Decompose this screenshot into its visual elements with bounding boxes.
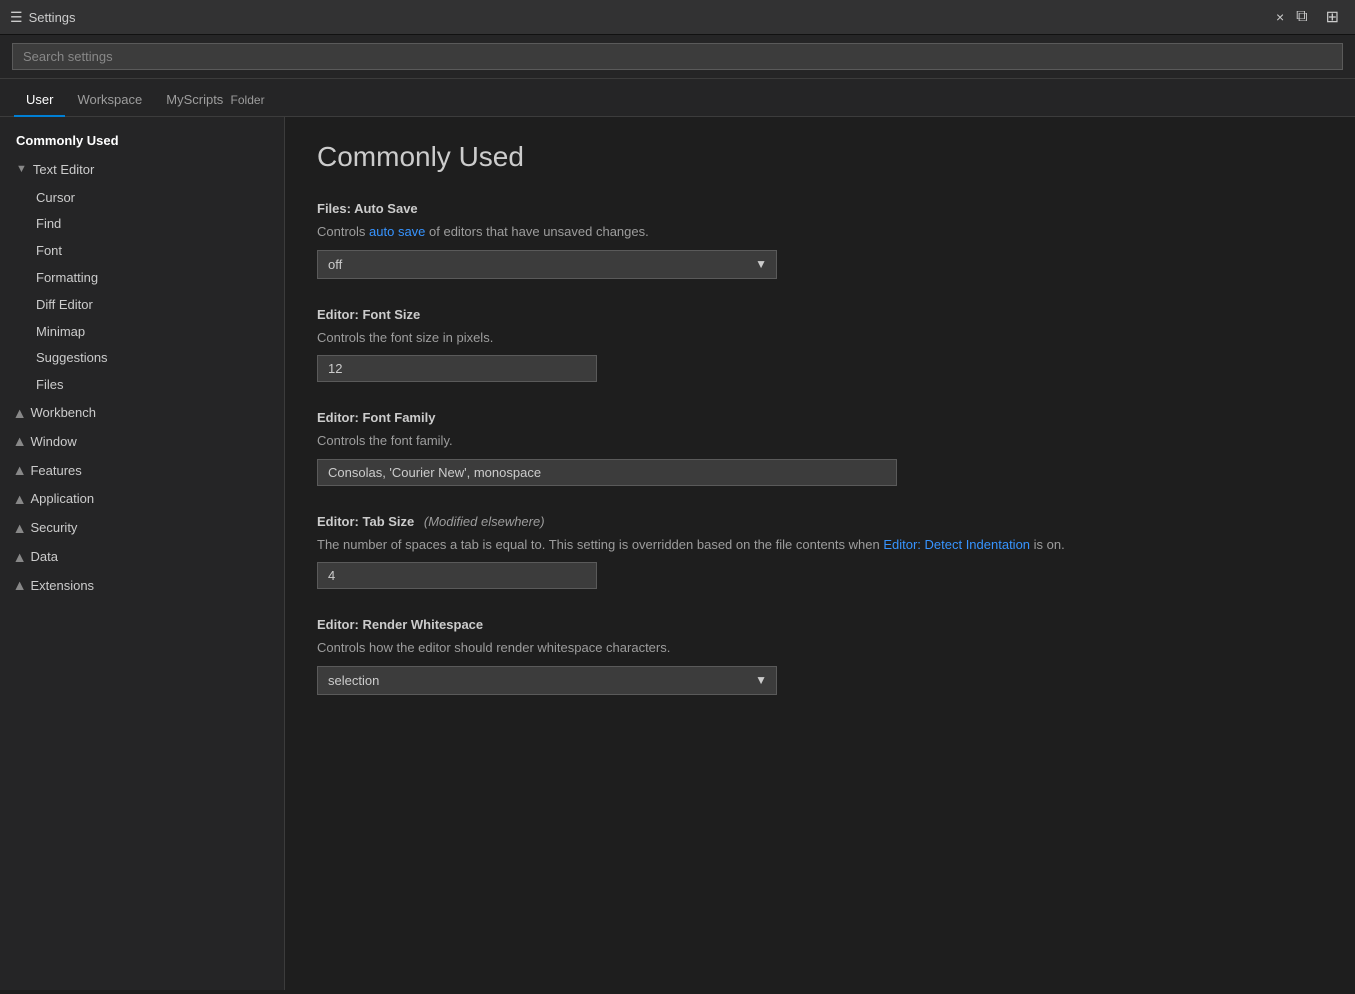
render-whitespace-select-wrapper: none boundary selection trailing all ▼ [317,666,777,695]
setting-editor-font-size: Editor: Font Size Controls the font size… [317,307,1323,383]
chevron-down-icon: ▼ [16,161,27,179]
sidebar-item-data[interactable]: ▶ Data [0,543,284,572]
search-input[interactable] [12,43,1343,70]
tab-myscripts-suffix: Folder [231,93,265,107]
auto-save-select[interactable]: off afterDelay onFocusChange onWindowCha… [317,250,777,279]
sidebar-label-security: Security [30,518,77,539]
tab-user[interactable]: User [14,84,65,117]
title-bar-actions: ⧉ ⊞ [1290,5,1345,29]
sidebar-item-application[interactable]: ▶ Application [0,485,284,514]
sidebar-item-commonly-used[interactable]: Commonly Used [0,127,284,156]
chevron-right-icon-features: ▶ [11,467,29,475]
sidebar: Commonly Used ▼ Text Editor Cursor Find … [0,117,285,990]
sidebar-label-diff-editor: Diff Editor [36,295,93,316]
setting-desc-font-size: Controls the font size in pixels. [317,328,1323,348]
main-layout: Commonly Used ▼ Text Editor Cursor Find … [0,117,1355,990]
sidebar-label-data: Data [30,547,57,568]
sidebar-item-minimap[interactable]: Minimap [0,319,284,346]
sidebar-item-window[interactable]: ▶ Window [0,428,284,457]
chevron-right-icon-security: ▶ [11,524,29,532]
chevron-right-icon-application: ▶ [11,496,29,504]
sidebar-label-application: Application [30,489,94,510]
sidebar-label-formatting: Formatting [36,268,98,289]
modified-tag: (Modified elsewhere) [424,514,545,529]
setting-label-files-auto-save: Files: Auto Save [317,201,1323,216]
tab-workspace[interactable]: Workspace [65,84,154,117]
search-bar [0,35,1355,79]
sidebar-label-extensions: Extensions [30,576,94,597]
open-settings-json-button[interactable]: ⊞ [1320,5,1345,29]
setting-label-font-family: Editor: Font Family [317,410,1323,425]
sidebar-item-text-editor[interactable]: ▼ Text Editor [0,156,284,185]
content-area: Commonly Used Files: Auto Save Controls … [285,117,1355,990]
sidebar-item-diff-editor[interactable]: Diff Editor [0,292,284,319]
setting-desc-render-whitespace: Controls how the editor should render wh… [317,638,1323,658]
title-bar: ☰ Settings × ⧉ ⊞ [0,0,1355,35]
setting-label-render-whitespace: Editor: Render Whitespace [317,617,1323,632]
sidebar-item-suggestions[interactable]: Suggestions [0,345,284,372]
sidebar-label-workbench: Workbench [30,403,96,424]
sidebar-label-font: Font [36,241,62,262]
tab-myscripts-label: MyScripts [166,92,223,107]
menu-icon: ☰ [10,9,23,26]
setting-label-tab-size: Editor: Tab Size (Modified elsewhere) [317,514,1323,529]
font-family-input[interactable] [317,459,897,486]
render-whitespace-select[interactable]: none boundary selection trailing all [317,666,777,695]
title-bar-title: Settings [29,10,1270,25]
close-tab-button[interactable]: × [1270,7,1290,27]
setting-editor-tab-size: Editor: Tab Size (Modified elsewhere) Th… [317,514,1323,590]
sidebar-label-commonly-used: Commonly Used [16,131,119,152]
sidebar-label-find: Find [36,214,61,235]
sidebar-item-features[interactable]: ▶ Features [0,457,284,486]
chevron-right-icon-window: ▶ [11,438,29,446]
setting-editor-font-family: Editor: Font Family Controls the font fa… [317,410,1323,486]
setting-desc-tab-size: The number of spaces a tab is equal to. … [317,535,1323,555]
tab-myscripts[interactable]: MyScripts Folder [154,84,276,117]
sidebar-item-security[interactable]: ▶ Security [0,514,284,543]
split-editor-button[interactable]: ⧉ [1290,6,1313,28]
tab-size-input[interactable] [317,562,597,589]
sidebar-item-cursor[interactable]: Cursor [0,185,284,212]
sidebar-label-minimap: Minimap [36,322,85,343]
sidebar-label-window: Window [30,432,76,453]
setting-label-font-size: Editor: Font Size [317,307,1323,322]
chevron-right-icon: ▶ [11,409,29,417]
font-size-input[interactable] [317,355,597,382]
chevron-right-icon-extensions: ▶ [11,582,29,590]
sidebar-label-cursor: Cursor [36,188,75,209]
sidebar-item-extensions[interactable]: ▶ Extensions [0,572,284,601]
tab-bar: User Workspace MyScripts Folder [0,79,1355,117]
sidebar-item-font[interactable]: Font [0,238,284,265]
sidebar-item-workbench[interactable]: ▶ Workbench [0,399,284,428]
setting-editor-render-whitespace: Editor: Render Whitespace Controls how t… [317,617,1323,695]
setting-files-auto-save: Files: Auto Save Controls auto save of e… [317,201,1323,279]
content-title: Commonly Used [317,141,1323,173]
sidebar-label-files: Files [36,375,63,396]
sidebar-label-features: Features [30,461,81,482]
detect-indentation-link[interactable]: Editor: Detect Indentation [883,537,1030,552]
chevron-right-icon-data: ▶ [11,553,29,561]
auto-save-select-wrapper: off afterDelay onFocusChange onWindowCha… [317,250,777,279]
setting-desc-files-auto-save: Controls auto save of editors that have … [317,222,1323,242]
sidebar-item-find[interactable]: Find [0,211,284,238]
sidebar-label-suggestions: Suggestions [36,348,108,369]
sidebar-item-formatting[interactable]: Formatting [0,265,284,292]
auto-save-link[interactable]: auto save [369,224,425,239]
setting-desc-font-family: Controls the font family. [317,431,1323,451]
sidebar-label-text-editor: Text Editor [33,160,94,181]
sidebar-item-files[interactable]: Files [0,372,284,399]
